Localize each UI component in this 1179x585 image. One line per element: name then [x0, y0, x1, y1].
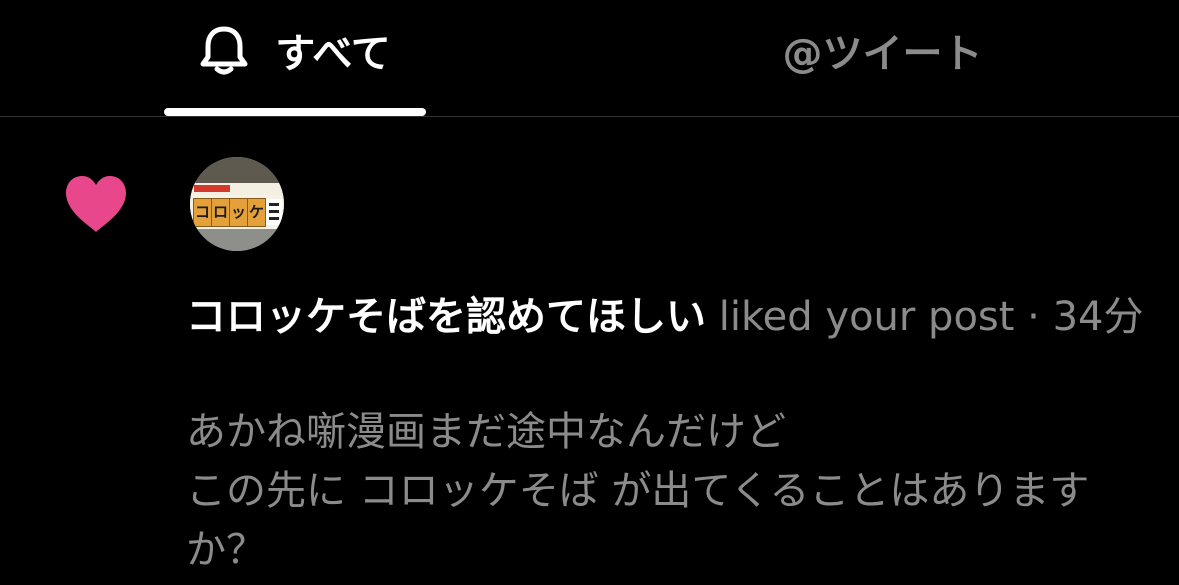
avatar-sign-side-line: [269, 203, 279, 206]
bell-icon: [200, 26, 248, 75]
avatar-sign-side-line: [269, 210, 279, 213]
tab-mentions[interactable]: @ツイート: [740, 0, 1025, 100]
tab-all-label: すべて: [275, 31, 391, 77]
notification-tabs: すべて @ツイート: [0, 0, 1179, 117]
tab-mentions-label: @ツイート: [782, 31, 983, 77]
post-line: あかね噺漫画まだ途中なんだけど: [186, 409, 786, 455]
post-line: この先に コロッケそば が出てくることはありますか？: [186, 468, 1090, 573]
time-ago: 34分: [1052, 294, 1144, 340]
heart-icon: [66, 176, 126, 232]
active-tab-indicator: [164, 108, 426, 116]
avatar-sign-glyph: ッ: [230, 203, 246, 221]
notification-summary: コロッケそばを認めてほしい liked your post · 34分: [186, 289, 1146, 345]
post-preview: あかね噺漫画まだ途中なんだけど この先に コロッケそば が出てくることはあります…: [186, 403, 1146, 580]
avatar-background: [190, 157, 284, 183]
action-text: liked your post: [718, 294, 1015, 340]
user-name[interactable]: コロッケそばを認めてほしい: [186, 294, 706, 340]
avatar[interactable]: コ ロ ッ ケ: [190, 157, 284, 251]
tab-all[interactable]: すべて: [164, 0, 426, 100]
avatar-sign-glyph: ロ: [212, 203, 228, 221]
notification-item[interactable]: コ ロ ッ ケ コロッケそばを認めてほしい liked your post · …: [0, 117, 1179, 585]
avatar-sign-glyph: コ: [194, 203, 210, 221]
separator-dot: ·: [1027, 294, 1040, 340]
avatar-sign-side-line: [269, 217, 279, 220]
avatar-sign-header-stripe: [194, 185, 230, 192]
avatar-sign-glyph: ケ: [248, 203, 264, 221]
avatar-counter: [190, 229, 284, 251]
